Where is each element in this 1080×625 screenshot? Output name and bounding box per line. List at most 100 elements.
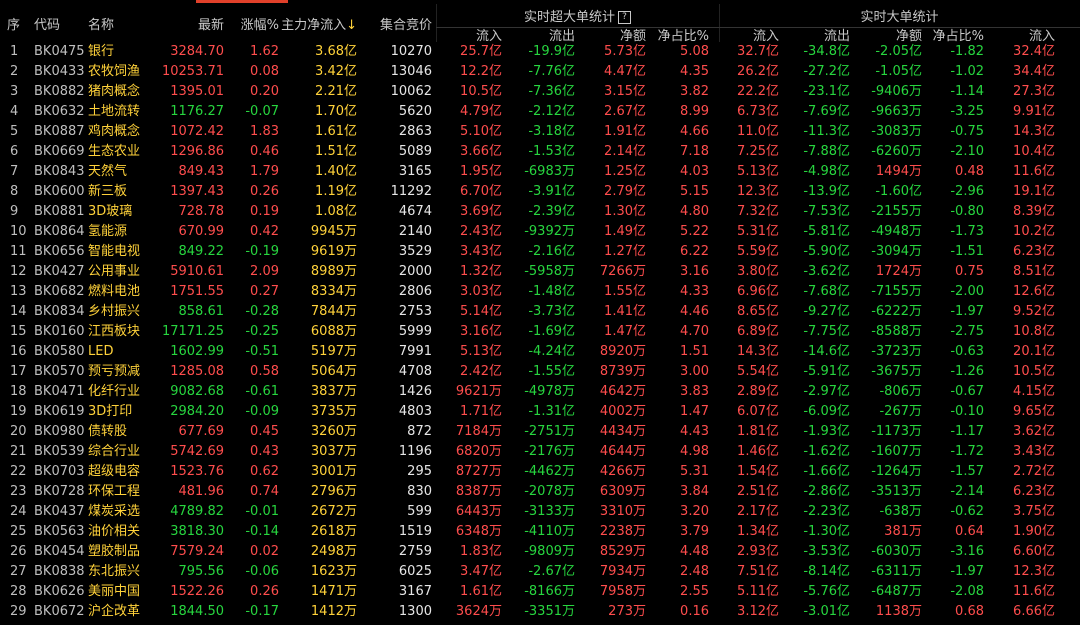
table-row[interactable]: 7 BK0843 天然气 849.43 1.79 1.40亿 3165 1.95亿 -6983万… — [0, 162, 1080, 182]
cell-seq: 1 — [10, 44, 19, 59]
cell-main-net: 8989万 — [310, 264, 357, 279]
cell-seq: 3 — [10, 84, 19, 99]
cell-main-net: 2.21亿 — [315, 84, 357, 99]
cell-super-net: 6309万 — [599, 484, 646, 499]
cell-auction: 3529 — [398, 244, 432, 259]
table-row[interactable]: 29 BK0672 沪企改革 1844.50 -0.17 1412万 1300 3624万 -3… — [0, 602, 1080, 622]
table-row[interactable]: 24 BK0437 煤炭采选 4789.82 -0.01 2672万 599 6443万 -31… — [0, 502, 1080, 522]
cell-large-in-2: 10.4亿 — [1013, 144, 1055, 159]
cell-name: 综合行业 — [88, 444, 141, 459]
cell-auction: 1196 — [398, 444, 432, 459]
cell-large-in-2: 11.6亿 — [1013, 584, 1055, 599]
table-row[interactable]: 8 BK0600 新三板 1397.43 0.26 1.19亿 11292 6.70亿 -3.9… — [0, 182, 1080, 202]
cell-auction: 5620 — [398, 104, 432, 119]
cell-large-out: -2.97亿 — [803, 384, 850, 399]
table-row[interactable]: 20 BK0980 债转股 677.69 0.45 3260万 872 7184万 -2751万… — [0, 422, 1080, 442]
cell-name: 债转股 — [88, 424, 128, 439]
cell-large-ratio: -1.72 — [950, 444, 984, 459]
cell-large-ratio: -0.67 — [950, 384, 984, 399]
cell-latest: 17171.25 — [161, 324, 224, 339]
cell-auction: 10270 — [390, 44, 432, 59]
table-row[interactable]: 25 BK0563 油价相关 3818.30 -0.14 2618万 1519 6348万 -4… — [0, 522, 1080, 542]
cell-seq: 2 — [10, 64, 19, 79]
table-row[interactable]: 13 BK0682 燃料电池 1751.55 0.27 8334万 2806 3.03亿 -1.… — [0, 282, 1080, 302]
cell-super-net: 3.15亿 — [604, 84, 646, 99]
header-code[interactable]: 代码 — [34, 14, 60, 33]
cell-name: 化纤行业 — [88, 384, 141, 399]
table-row[interactable]: 6 BK0669 生态农业 1296.86 0.46 1.51亿 5089 3.66亿 -1.5… — [0, 142, 1080, 162]
cell-code: BK0433 — [34, 64, 85, 79]
table-row[interactable]: 12 BK0427 公用事业 5910.61 2.09 8989万 2000 1.32亿 -59… — [0, 262, 1080, 282]
cell-seq: 21 — [10, 444, 27, 459]
cell-super-ratio: 5.22 — [680, 224, 709, 239]
cell-seq: 29 — [10, 604, 27, 619]
cell-super-out: -4978万 — [524, 384, 575, 399]
cell-large-out: -9.27亿 — [803, 304, 850, 319]
cell-large-in: 7.25亿 — [737, 144, 779, 159]
table-row[interactable]: 11 BK0656 智能电视 849.22 -0.19 9619万 3529 3.43亿 -2.… — [0, 242, 1080, 262]
cell-large-in: 2.89亿 — [737, 384, 779, 399]
header-name[interactable]: 名称 — [88, 14, 114, 33]
cell-latest: 3284.70 — [170, 44, 224, 59]
cell-name: 生态农业 — [88, 144, 141, 159]
cell-name: 银行 — [88, 44, 115, 59]
cell-seq: 24 — [10, 504, 27, 519]
cell-super-in: 3.47亿 — [460, 564, 502, 579]
cell-super-in: 3.03亿 — [460, 284, 502, 299]
cell-change: -0.25 — [245, 324, 279, 339]
table-row[interactable]: 16 BK0580 LED 1602.99 -0.51 5197万 7991 5.13亿 -4.… — [0, 342, 1080, 362]
cell-name: 预亏预减 — [88, 364, 141, 379]
cell-main-net: 1.19亿 — [315, 184, 357, 199]
cell-code: BK0160 — [34, 324, 85, 339]
cell-large-ratio: 0.64 — [955, 524, 984, 539]
table-row[interactable]: 2 BK0433 农牧饲渔 10253.71 0.08 3.42亿 13046 12.2亿 -7… — [0, 62, 1080, 82]
table-row[interactable]: 22 BK0703 超级电容 1523.76 0.62 3001万 295 8727万 -446… — [0, 462, 1080, 482]
cell-name: 天然气 — [88, 164, 128, 179]
cell-name: 氢能源 — [88, 224, 128, 239]
table-row[interactable]: 5 BK0887 鸡肉概念 1072.42 1.83 1.61亿 2863 5.10亿 -3.1… — [0, 122, 1080, 142]
cell-main-net: 3.68亿 — [315, 44, 357, 59]
table-row[interactable]: 26 BK0454 塑胶制品 7579.24 0.02 2498万 2759 1.83亿 -98… — [0, 542, 1080, 562]
cell-code: BK0563 — [34, 524, 85, 539]
table-row[interactable]: 9 BK0881 3D玻璃 728.78 0.19 1.08亿 4674 3.69亿 -2.39… — [0, 202, 1080, 222]
header-change[interactable]: 涨幅% — [241, 14, 279, 33]
cell-large-out: -8.14亿 — [803, 564, 850, 579]
cell-super-ratio: 3.83 — [680, 384, 709, 399]
table-row[interactable]: 1 BK0475 银行 3284.70 1.62 3.68亿 10270 25.7亿 -19.9… — [0, 42, 1080, 62]
help-icon[interactable]: ? — [618, 11, 631, 24]
cell-latest: 7579.24 — [170, 544, 224, 559]
cell-code: BK0728 — [34, 484, 85, 499]
cell-main-net: 3.42亿 — [315, 64, 357, 79]
cell-super-ratio: 2.48 — [680, 564, 709, 579]
table-row[interactable]: 17 BK0570 预亏预减 1285.08 0.58 5064万 4708 2.42亿 -1.… — [0, 362, 1080, 382]
table-row[interactable]: 21 BK0539 综合行业 5742.69 0.43 3037万 1196 6820万 -21… — [0, 442, 1080, 462]
table-row[interactable]: 4 BK0632 土地流转 1176.27 -0.07 1.70亿 5620 4.79亿 -2.… — [0, 102, 1080, 122]
cell-auction: 1426 — [398, 384, 432, 399]
cell-large-out: -3.53亿 — [803, 544, 850, 559]
table-row[interactable]: 3 BK0882 猪肉概念 1395.01 0.20 2.21亿 10062 10.5亿 -7.… — [0, 82, 1080, 102]
table-row[interactable]: 18 BK0471 化纤行业 9082.68 -0.61 3837万 1426 9621万 -4… — [0, 382, 1080, 402]
header-latest[interactable]: 最新 — [198, 14, 224, 33]
header-main-net[interactable]: 主力净流入↓ — [281, 14, 357, 33]
cell-super-ratio: 5.08 — [680, 44, 709, 59]
table-row[interactable]: 28 BK0626 美丽中国 1522.26 0.26 1471万 3167 1.61亿 -81… — [0, 582, 1080, 602]
cell-large-in-2: 10.5亿 — [1013, 364, 1055, 379]
header-auction[interactable]: 集合竞价 — [380, 14, 432, 33]
cell-auction: 2806 — [398, 284, 432, 299]
cell-change: 0.45 — [250, 424, 279, 439]
cell-large-ratio: 0.48 — [955, 164, 984, 179]
cell-super-out: -3133万 — [524, 504, 575, 519]
cell-large-in: 2.93亿 — [737, 544, 779, 559]
header-seq[interactable]: 序 — [7, 14, 20, 33]
cell-latest: 9082.68 — [170, 384, 224, 399]
table-row[interactable]: 19 BK0619 3D打印 2984.20 -0.09 3735万 4803 1.71亿 -1… — [0, 402, 1080, 422]
cell-change: 0.43 — [250, 444, 279, 459]
cell-code: BK0632 — [34, 104, 85, 119]
cell-auction: 4674 — [398, 204, 432, 219]
table-row[interactable]: 27 BK0838 东北振兴 795.56 -0.06 1623万 6025 3.47亿 -2.… — [0, 562, 1080, 582]
table-row[interactable]: 10 BK0864 氢能源 670.99 0.42 9945万 2140 2.43亿 -9392… — [0, 222, 1080, 242]
table-row[interactable]: 14 BK0834 乡村振兴 858.61 -0.28 7844万 2753 5.14亿 -3.… — [0, 302, 1080, 322]
table-row[interactable]: 23 BK0728 环保工程 481.96 0.74 2796万 830 8387万 -2078… — [0, 482, 1080, 502]
cell-change: 0.27 — [250, 284, 279, 299]
table-row[interactable]: 15 BK0160 江西板块 17171.25 -0.25 6088万 5999 3.16亿 -… — [0, 322, 1080, 342]
